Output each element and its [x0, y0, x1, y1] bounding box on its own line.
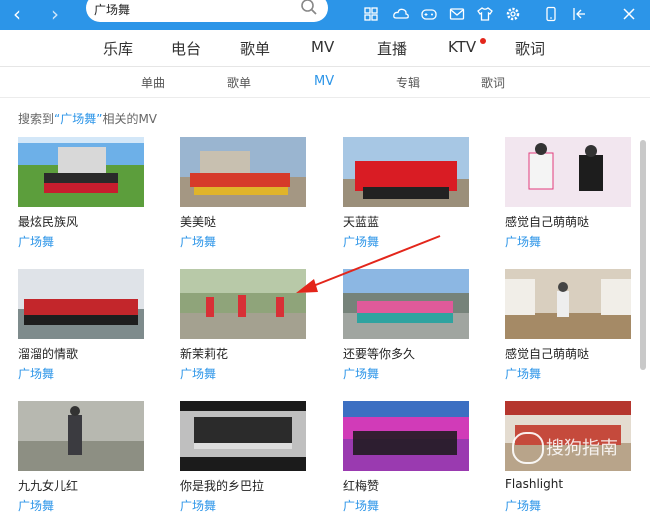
cloud-icon[interactable] — [392, 5, 410, 23]
search-icon[interactable] — [300, 0, 318, 16]
mv-tag[interactable]: 广场舞 — [18, 497, 54, 514]
mv-tag[interactable]: 广场舞 — [343, 365, 379, 382]
mv-title[interactable]: 美美哒 — [180, 213, 216, 230]
mv-title[interactable]: 你是我的乡巴拉 — [180, 477, 264, 494]
nav-mv[interactable]: MV — [311, 38, 334, 56]
gear-icon[interactable] — [504, 5, 522, 23]
tab-mv[interactable]: MV — [314, 74, 334, 89]
tab-albums[interactable]: 专辑 — [396, 74, 420, 91]
title-bar: ‹ › 广场舞 — [0, 0, 650, 30]
mv-tag[interactable]: 广场舞 — [505, 233, 541, 250]
watermark-text: 搜狗指南 — [546, 438, 618, 459]
close-icon[interactable] — [620, 5, 638, 23]
mv-tag[interactable]: 广场舞 — [343, 497, 379, 514]
forward-arrow-icon[interactable]: › — [44, 3, 66, 25]
divider — [0, 97, 650, 98]
nav-live[interactable]: 直播 — [377, 38, 407, 59]
mv-thumbnail[interactable] — [343, 401, 469, 471]
annotation-arrow-icon — [296, 235, 441, 293]
mv-thumbnail[interactable] — [505, 269, 631, 339]
nav-radio[interactable]: 电台 — [171, 38, 201, 59]
mv-tag[interactable]: 广场舞 — [18, 233, 54, 250]
phone-icon[interactable] — [542, 5, 560, 23]
mv-tag[interactable]: 广场舞 — [180, 497, 216, 514]
scrollbar[interactable] — [640, 140, 646, 370]
search-input[interactable]: 广场舞 — [94, 1, 130, 18]
nav-lyrics[interactable]: 歌词 — [515, 38, 545, 59]
mv-tag[interactable]: 广场舞 — [505, 365, 541, 382]
mv-title[interactable]: 溜溜的情歌 — [18, 345, 78, 362]
mv-title[interactable]: 红梅赞 — [343, 477, 379, 494]
mv-thumbnail[interactable] — [505, 137, 631, 207]
mv-title[interactable]: 感觉自己萌萌哒 — [505, 213, 589, 230]
mini-mode-icon[interactable] — [570, 5, 588, 23]
mail-icon[interactable] — [448, 5, 466, 23]
nav-playlist[interactable]: 歌单 — [240, 38, 270, 59]
mv-thumbnail[interactable] — [180, 401, 306, 471]
ktv-new-badge — [480, 38, 486, 44]
watermark-logo-icon — [512, 432, 544, 464]
nav-ktv[interactable]: KTV — [448, 38, 476, 56]
result-summary: 搜索到“广场舞”相关的MV — [18, 112, 158, 126]
mv-title[interactable]: 九九女儿红 — [18, 477, 78, 494]
mv-thumbnail[interactable] — [18, 401, 144, 471]
mv-tag[interactable]: 广场舞 — [180, 365, 216, 382]
tab-playlists[interactable]: 歌单 — [227, 74, 251, 91]
mv-title[interactable]: 天蓝蓝 — [343, 213, 379, 230]
mv-title[interactable]: Flashlight — [505, 477, 563, 491]
tab-songs[interactable]: 单曲 — [141, 74, 165, 91]
shirt-icon[interactable] — [476, 5, 494, 23]
nav-library[interactable]: 乐库 — [103, 38, 133, 59]
mv-title[interactable]: 最炫民族风 — [18, 213, 78, 230]
mv-tag[interactable]: 广场舞 — [180, 233, 216, 250]
mv-tag[interactable]: 广场舞 — [505, 497, 541, 514]
back-arrow-icon[interactable]: ‹ — [6, 3, 28, 25]
search-type-tabs: 单曲 歌单 MV 专辑 歌词 — [0, 67, 650, 97]
mv-thumbnail[interactable] — [180, 137, 306, 207]
mv-thumbnail[interactable] — [18, 269, 144, 339]
main-nav: 乐库 电台 歌单 MV 直播 KTV 歌词 — [0, 30, 650, 66]
mv-title[interactable]: 感觉自己萌萌哒 — [505, 345, 589, 362]
result-keyword: “广场舞” — [54, 112, 103, 126]
watermark: 搜狗指南 — [506, 432, 642, 472]
mv-title[interactable]: 新茉莉花 — [180, 345, 228, 362]
gamepad-icon[interactable] — [420, 5, 438, 23]
mv-title[interactable]: 还要等你多久 — [343, 345, 415, 362]
mv-thumbnail[interactable] — [180, 269, 306, 339]
grid-icon[interactable] — [362, 5, 380, 23]
mv-thumbnail[interactable] — [18, 137, 144, 207]
mv-tag[interactable]: 广场舞 — [18, 365, 54, 382]
tab-lyrics[interactable]: 歌词 — [481, 74, 505, 91]
search-box[interactable]: 广场舞 — [86, 0, 328, 22]
mv-thumbnail[interactable] — [343, 137, 469, 207]
